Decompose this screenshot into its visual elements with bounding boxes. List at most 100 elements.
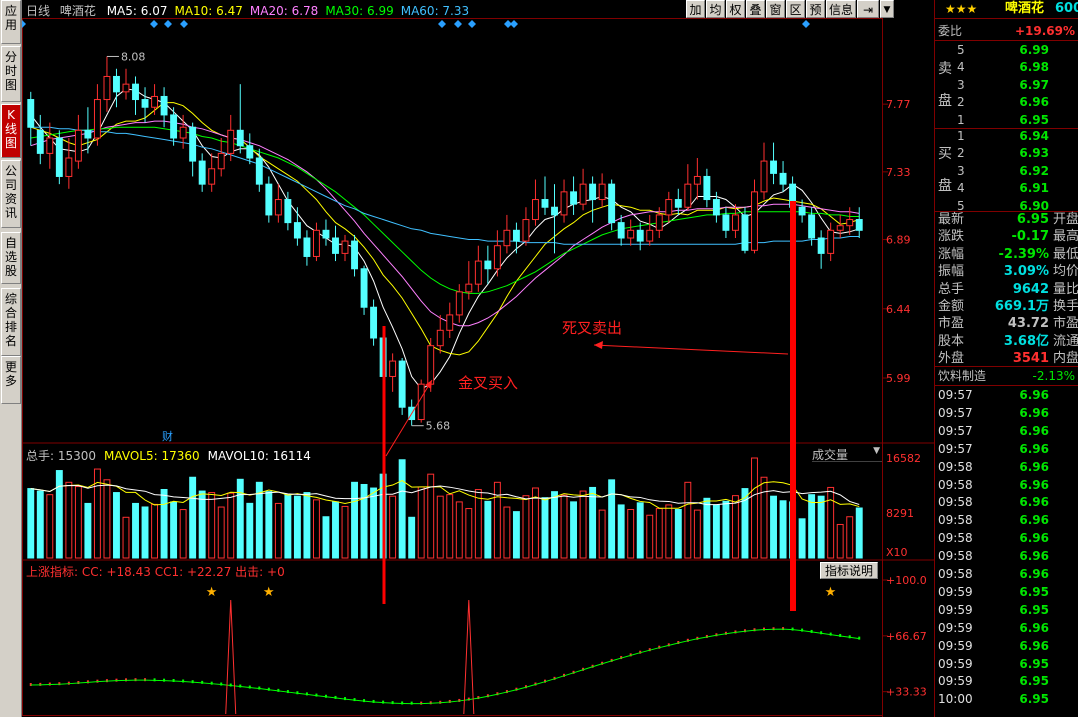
candle-73: [722, 207, 730, 238]
candle-12: [141, 87, 149, 123]
ask-price: 6.98: [1019, 60, 1049, 75]
toolbar-button-1[interactable]: 均: [706, 0, 725, 18]
volume-bar-49: [493, 481, 501, 559]
tick-row: 09:58 6.96: [935, 493, 1078, 511]
tab-1[interactable]: 分时图: [1, 46, 21, 102]
tick-row: 09:57 6.96: [935, 386, 1078, 404]
tick-price: 6.96: [1019, 620, 1049, 635]
stat-row: 金额 669.1万 换手: [935, 298, 1078, 316]
tab-4[interactable]: 自选股: [1, 232, 21, 284]
tab-3[interactable]: 公司资讯: [1, 160, 21, 228]
bid-row[interactable]: 1 6.94: [935, 127, 1078, 145]
candle-70: [693, 158, 701, 200]
candle-71: [703, 168, 711, 208]
stat-value: -0.17: [1011, 229, 1049, 245]
stat-extra-label: 换手: [1053, 299, 1078, 314]
indicator-selector[interactable]: 成交量 ▼: [812, 446, 882, 462]
candle-87: [855, 207, 863, 238]
dropdown-icon: ▼: [873, 446, 880, 456]
tab-5[interactable]: 综合排名: [1, 288, 21, 356]
volume-bar-35: [360, 483, 368, 559]
ask-row[interactable]: 1 6.95: [935, 111, 1078, 129]
toolbar-button-5[interactable]: 区: [786, 0, 805, 18]
candle-65: [646, 214, 654, 246]
volume-bar-55: [551, 491, 558, 559]
candle-52: [522, 207, 530, 246]
volume-bar-18: [198, 490, 206, 559]
volume-bar-4: [65, 481, 73, 559]
candle-57: [570, 176, 578, 215]
stat-value: 6.95: [1016, 212, 1049, 227]
tab-0[interactable]: 应用: [1, 0, 21, 44]
period-label: 日线: [26, 4, 51, 18]
bid-level: 3: [957, 163, 965, 178]
volume-bar-26: [274, 502, 282, 559]
chart-frame: [22, 18, 883, 716]
tab-2[interactable]: K线图: [1, 104, 21, 158]
candle-64: [636, 222, 644, 251]
ask-row[interactable]: 5 6.99: [935, 41, 1078, 59]
kline-chart[interactable]: 7.77 7.33 6.89 6.44 5.99 8.08 5.68 财 16582 8291 X1…: [22, 18, 934, 717]
candle-76: [751, 179, 758, 254]
volume-bar-59: [589, 486, 597, 559]
volume-bar-30: [312, 499, 320, 559]
volume-bar-50: [503, 506, 511, 559]
stat-extra-label: 最低: [1053, 246, 1078, 262]
stat-value: 669.1万: [994, 299, 1049, 314]
ask-price: 6.95: [1019, 112, 1049, 127]
candle-17: [189, 122, 197, 177]
candle-36: [370, 299, 378, 346]
bid-row[interactable]: 3 6.92: [935, 162, 1078, 180]
ask-row[interactable]: 3 6.97: [935, 76, 1078, 94]
panel-toggle-icon[interactable]: ⇥: [857, 0, 879, 18]
stat-label: 总手: [938, 281, 965, 297]
indicator-legend: 上涨指标: CC: +18.43 CC1: +22.27 出击: +0: [26, 565, 285, 579]
bid-level: 4: [957, 181, 965, 196]
tick-time: 09:59: [938, 602, 973, 617]
toolbar-button-3[interactable]: 叠: [746, 0, 765, 18]
toolbar-button-7[interactable]: 信息: [826, 0, 856, 18]
industry-change: -2.13%: [1032, 369, 1075, 383]
toolbar-button-6[interactable]: 预: [806, 0, 825, 18]
candle-20: [217, 138, 225, 177]
candle-61: [608, 179, 616, 231]
bid-row[interactable]: 2 6.93: [935, 144, 1078, 162]
ma-legend-1: MA10: 6.47: [174, 4, 243, 18]
industry-row[interactable]: 饮料制造 -2.13%: [935, 367, 1078, 385]
tick-row: 09:57 6.96: [935, 422, 1078, 440]
event-diamond-3: [180, 20, 188, 28]
tick-row: 09:58 6.96: [935, 476, 1078, 494]
volume-bar-60: [598, 509, 606, 559]
candle-5: [74, 114, 82, 169]
candle-67: [665, 191, 673, 223]
volume-bar-64: [636, 502, 644, 559]
stat-extra-label: 流通: [1053, 333, 1078, 349]
toolbar-button-2[interactable]: 权: [726, 0, 745, 18]
ask-level: 2: [957, 95, 965, 110]
tick-time: 09:58: [938, 459, 973, 474]
candle-11: [132, 76, 139, 115]
volume-bar-71: [703, 497, 711, 559]
volume-bar-36: [370, 487, 378, 559]
indicator-help-button[interactable]: 指标说明: [820, 562, 878, 579]
event-diamond-8: [510, 20, 518, 28]
candle-63: [627, 219, 635, 246]
toolbar-button-4[interactable]: 窗: [766, 0, 785, 18]
ask-row[interactable]: 2 6.96: [935, 93, 1078, 111]
menu-dropdown-icon[interactable]: ▼: [880, 0, 894, 18]
industry-name: 饮料制造: [938, 369, 987, 383]
volume-bar-12: [141, 506, 149, 559]
spike-signal-0: [225, 599, 237, 715]
volume-bar-67: [665, 504, 673, 559]
bid-row[interactable]: 4 6.91: [935, 179, 1078, 197]
vol-legend-0: 总手: 15300: [26, 449, 97, 463]
tab-6[interactable]: 更多: [1, 356, 21, 404]
volume-bar-27: [284, 494, 292, 559]
high-marker-label: 8.08: [121, 50, 145, 63]
toolbar-button-0[interactable]: 加: [686, 0, 705, 18]
ask-row[interactable]: 4 6.98: [935, 58, 1078, 76]
volume-axis-label-2: X10: [886, 546, 908, 559]
tick-time: 09:57: [938, 423, 973, 438]
volume-bar-70: [693, 509, 701, 559]
bid-level: 1: [957, 129, 965, 143]
